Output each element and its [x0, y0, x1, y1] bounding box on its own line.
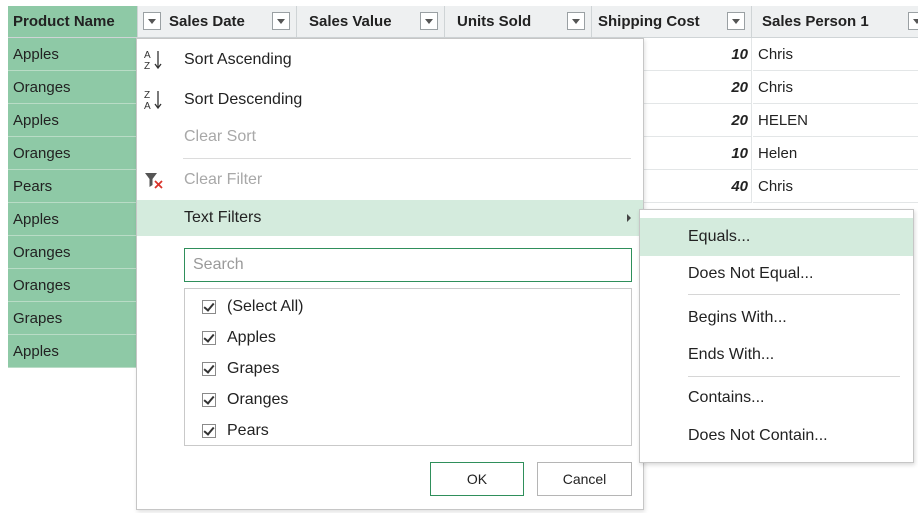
filter-begins-with-item[interactable]: Begins With... — [640, 299, 913, 337]
product-name-filter-dropdown-icon[interactable] — [143, 12, 161, 30]
column-header-label: Product Name — [13, 13, 115, 30]
submenu-item-label: Does Not Contain... — [688, 427, 828, 444]
filter-values-list: (Select All) Apples Grapes Oranges Pears — [184, 288, 632, 446]
submenu-item-label: Begins With... — [688, 309, 787, 326]
column-header-product-name[interactable]: Product Name — [8, 6, 138, 38]
submenu-divider — [688, 376, 900, 377]
sort-descending-icon: Z A — [143, 88, 165, 112]
submenu-arrow-icon — [627, 214, 631, 222]
product-name-cell[interactable]: Apples — [8, 104, 138, 137]
submenu-item-label: Equals... — [688, 228, 751, 245]
sort-ascending-label: Sort Ascending — [184, 51, 292, 68]
text-filters-submenu: Equals... Does Not Equal... Begins With.… — [639, 209, 914, 463]
units-sold-filter-dropdown-icon[interactable] — [567, 12, 585, 30]
clear-sort-label: Clear Sort — [184, 128, 257, 145]
column-header-label: Sales Person 1 — [762, 13, 869, 30]
column-header-sales-date[interactable]: Sales Date — [138, 6, 297, 38]
shipping-cost-filter-dropdown-icon[interactable] — [727, 12, 745, 30]
sales-person-cell[interactable]: Chris — [753, 38, 918, 71]
text-filters-label: Text Filters — [184, 209, 262, 226]
column-header-label: Sales Value — [309, 13, 392, 30]
column-header-sales-person-1[interactable]: Sales Person 1 — [752, 6, 918, 38]
product-name-cell[interactable]: Oranges — [8, 236, 138, 269]
text-filters-item[interactable]: Text Filters — [137, 200, 643, 236]
sales-value-filter-dropdown-icon[interactable] — [420, 12, 438, 30]
sales-date-filter-dropdown-icon[interactable] — [272, 12, 290, 30]
filter-equals-item[interactable]: Equals... — [640, 218, 913, 256]
filter-ends-with-item[interactable]: Ends With... — [640, 336, 913, 374]
checklist-item-apples[interactable]: Apples — [202, 326, 276, 350]
sort-ascending-icon: A Z — [143, 48, 165, 72]
checklist-item-label: Pears — [227, 422, 269, 439]
sort-ascending-item[interactable]: A Z Sort Ascending — [137, 42, 643, 78]
product-name-cell[interactable]: Apples — [8, 335, 138, 368]
sales-person-cell[interactable]: HELEN — [753, 104, 918, 137]
submenu-item-label: Ends With... — [688, 346, 775, 363]
column-header-shipping-cost[interactable]: Shipping Cost — [592, 6, 752, 38]
checklist-item-select-all[interactable]: (Select All) — [202, 295, 303, 319]
product-name-cell[interactable]: Oranges — [8, 269, 138, 302]
sort-descending-item[interactable]: Z A Sort Descending — [137, 82, 643, 118]
menu-divider — [183, 158, 631, 159]
checkbox-checked-icon[interactable] — [202, 393, 216, 407]
filter-contains-item[interactable]: Contains... — [640, 379, 913, 417]
checkbox-checked-icon[interactable] — [202, 300, 216, 314]
column-header-sales-value[interactable]: Sales Value — [297, 6, 445, 38]
clear-sort-item[interactable]: Clear Sort — [137, 119, 643, 155]
column-header-units-sold[interactable]: Units Sold — [445, 6, 592, 38]
checklist-item-label: Oranges — [227, 391, 289, 408]
checkbox-checked-icon[interactable] — [202, 362, 216, 376]
search-input[interactable] — [184, 248, 632, 282]
clear-filter-label: Clear Filter — [184, 171, 263, 188]
clear-filter-icon — [143, 168, 165, 192]
column-filter-menu: A Z Sort Ascending Z A Sort Descending C… — [136, 38, 644, 510]
product-name-cell[interactable]: Oranges — [8, 71, 138, 104]
product-name-cell[interactable]: Pears — [8, 170, 138, 203]
checkbox-checked-icon[interactable] — [202, 331, 216, 345]
ok-button[interactable]: OK — [430, 462, 524, 496]
column-header-label: Shipping Cost — [598, 13, 700, 30]
submenu-item-label: Does Not Equal... — [688, 265, 814, 282]
column-header-label: Units Sold — [457, 13, 532, 30]
filter-does-not-equal-item[interactable]: Does Not Equal... — [640, 255, 913, 293]
sales-person-filter-dropdown-icon[interactable] — [908, 12, 918, 30]
svg-text:Z: Z — [144, 90, 150, 101]
checklist-item-label: (Select All) — [227, 298, 304, 315]
checklist-item-grapes[interactable]: Grapes — [202, 357, 279, 381]
svg-text:A: A — [144, 101, 151, 112]
checklist-item-label: Apples — [227, 329, 276, 346]
clear-filter-item[interactable]: Clear Filter — [137, 162, 643, 198]
submenu-divider — [688, 294, 900, 295]
product-name-cell[interactable]: Oranges — [8, 137, 138, 170]
sales-person-cell[interactable]: Chris — [753, 71, 918, 104]
cancel-button[interactable]: Cancel — [537, 462, 632, 496]
checklist-item-pears[interactable]: Pears — [202, 419, 269, 443]
checklist-item-label: Grapes — [227, 360, 280, 377]
submenu-item-label: Contains... — [688, 389, 765, 406]
sales-person-cell[interactable]: Helen — [753, 137, 918, 170]
product-name-cell[interactable]: Grapes — [8, 302, 138, 335]
filter-does-not-contain-item[interactable]: Does Not Contain... — [640, 417, 913, 455]
product-name-cell[interactable]: Apples — [8, 203, 138, 236]
checkbox-checked-icon[interactable] — [202, 424, 216, 438]
svg-text:A: A — [144, 50, 151, 61]
sales-person-cell[interactable]: Chris — [753, 170, 918, 203]
sort-descending-label: Sort Descending — [184, 91, 303, 108]
svg-text:Z: Z — [144, 61, 150, 72]
checklist-item-oranges[interactable]: Oranges — [202, 388, 288, 412]
product-name-cell[interactable]: Apples — [8, 38, 138, 71]
